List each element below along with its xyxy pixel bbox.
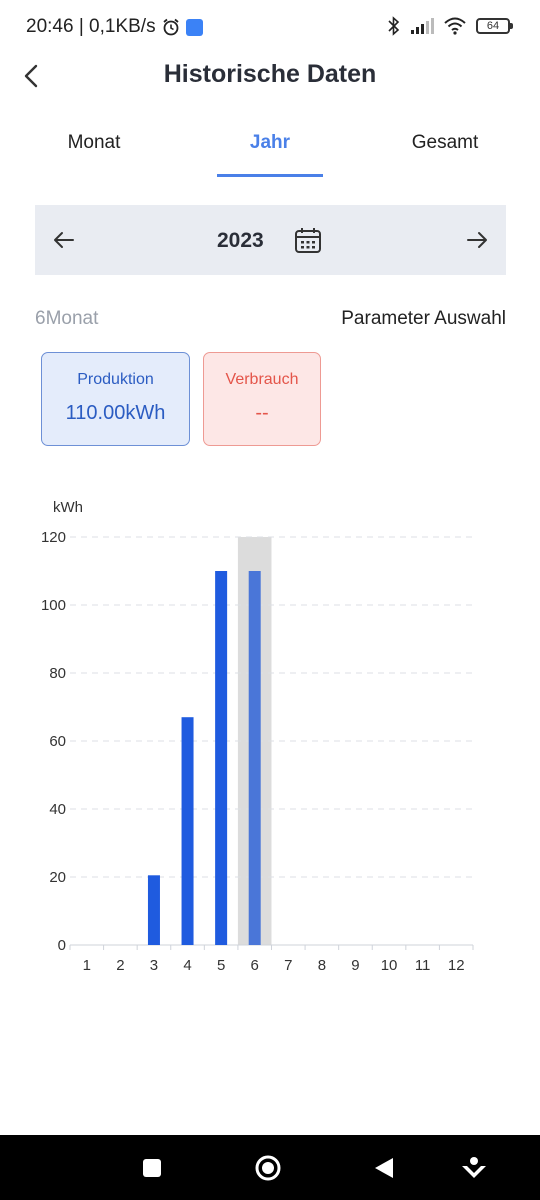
tab-gesamt[interactable]: Gesamt [375, 120, 515, 178]
bluetooth-icon [388, 16, 400, 36]
bar-month-3 [147, 875, 160, 945]
arrow-left-icon [54, 232, 74, 248]
bar-chart: kWh 0 20 40 60 80 100 120 1 2 3 4 5 6 7 8 9 10 11 12 [0, 490, 540, 990]
consumption-title: Verbrauch [225, 371, 299, 388]
previous-year-button[interactable] [49, 225, 79, 255]
recent-apps-button[interactable] [137, 1153, 167, 1183]
y-tick-label: 20 [49, 869, 66, 886]
navigation-bar [0, 1135, 540, 1200]
bar-month-5 [215, 571, 228, 945]
parameter-select-button[interactable]: Parameter Auswahl [341, 308, 506, 330]
bar-month-4 [181, 717, 194, 945]
y-tick-label: 0 [58, 937, 66, 954]
x-tick-label: 2 [116, 957, 124, 974]
wifi-icon [444, 17, 466, 35]
x-tick-label: 4 [183, 957, 191, 974]
battery-icon: 64 [476, 18, 513, 34]
home-button[interactable] [253, 1153, 283, 1183]
calendar-icon [295, 228, 321, 253]
year-label: 2023 [217, 229, 264, 252]
x-tick-label: 8 [318, 957, 326, 974]
status-left: 20:46 | 0,1KB/s [26, 16, 203, 38]
tabs: Monat Jahr Gesamt [0, 120, 540, 178]
assistant-button[interactable] [459, 1153, 489, 1183]
assistant-icon [462, 1157, 486, 1178]
production-value: 110.00kWh [65, 402, 166, 424]
status-time-speed: 20:46 | 0,1KB/s [26, 16, 156, 37]
consumption-card[interactable]: Verbrauch -- [203, 352, 321, 446]
status-bar: 20:46 | 0,1KB/s 64 [0, 0, 540, 56]
next-year-button[interactable] [462, 225, 492, 255]
alarm-icon [163, 18, 179, 36]
x-tick-label: 12 [448, 957, 465, 974]
square-icon [143, 1159, 161, 1177]
arrow-right-icon [467, 232, 487, 248]
x-tick-label: 1 [83, 957, 91, 974]
app-notification-icon [185, 18, 203, 36]
tab-indicator [217, 174, 323, 177]
tab-jahr[interactable]: Jahr [200, 120, 340, 178]
y-tick-label: 100 [41, 597, 66, 614]
x-tick-label: 11 [415, 957, 431, 974]
tab-monat[interactable]: Monat [24, 120, 164, 178]
triangle-back-icon [375, 1158, 393, 1178]
y-tick-label: 120 [41, 529, 66, 546]
calendar-button[interactable] [293, 226, 323, 256]
chart-svg: kWh0204060801001201 2 3 4 5 6 7 8 9 10 11 12 [41, 499, 474, 974]
x-tick-label: 3 [150, 957, 158, 974]
x-tick-label: 10 [381, 957, 398, 974]
x-tick-label: 9 [351, 957, 359, 974]
status-right: 64 [388, 16, 513, 36]
header: Historische Daten [0, 56, 540, 96]
home-circle-icon [255, 1155, 281, 1181]
page-title: Historische Daten [163, 60, 377, 88]
y-axis-label: kWh [53, 499, 83, 516]
period-label: 6Monat [35, 308, 99, 329]
production-card[interactable]: Produktion 110.00kWh [41, 352, 190, 446]
back-nav-button[interactable] [369, 1153, 399, 1183]
year-selector: 2023 [35, 205, 506, 275]
x-tick-label: 6 [251, 957, 259, 974]
bar-month-6 [248, 571, 261, 945]
production-title: Produktion [77, 371, 154, 388]
y-tick-label: 60 [49, 733, 66, 750]
consumption-value: -- [255, 402, 269, 424]
x-tick-label: 5 [217, 957, 225, 974]
x-tick-label: 7 [284, 957, 292, 974]
y-tick-label: 80 [49, 665, 66, 682]
y-tick-label: 40 [49, 801, 66, 818]
signal-icon [411, 18, 434, 34]
